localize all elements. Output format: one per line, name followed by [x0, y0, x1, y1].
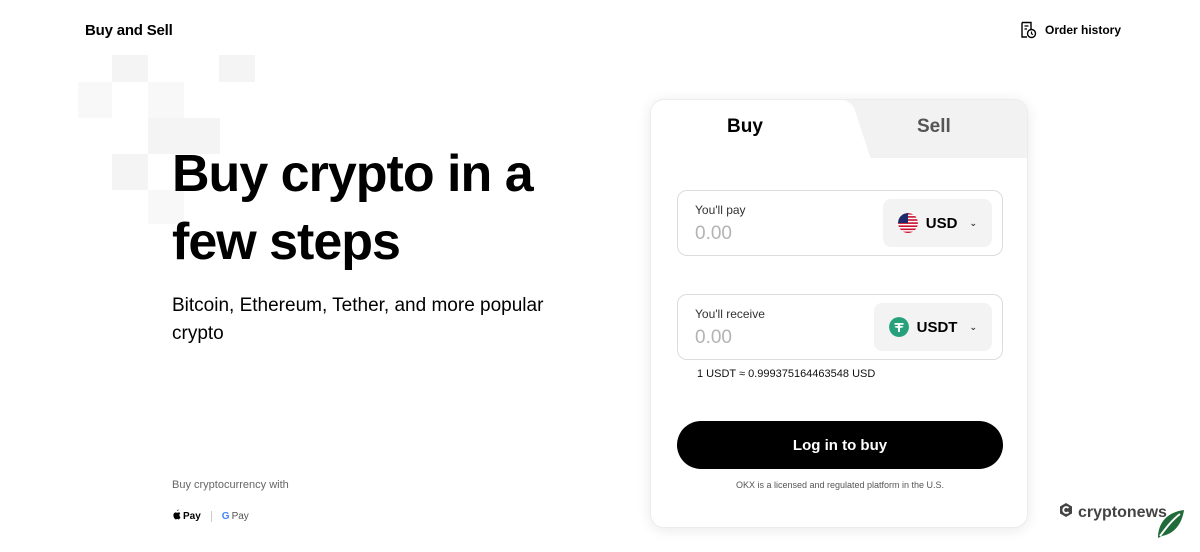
- leaf-icon: [1154, 508, 1186, 545]
- payment-methods-label: Buy cryptocurrency with: [172, 479, 289, 491]
- cryptonews-watermark: cryptonews: [1058, 502, 1167, 523]
- pay-field-label: You'll pay: [695, 203, 746, 217]
- page-header-title: Buy and Sell: [85, 22, 173, 39]
- google-g-icon: G: [221, 510, 230, 522]
- decorative-pixel: [148, 82, 184, 118]
- pay-currency-code: USD: [925, 214, 958, 232]
- tether-icon: [888, 317, 909, 337]
- receive-currency-code: USDT: [916, 318, 958, 336]
- disclaimer: OKX is a licensed and regulated platform…: [735, 480, 945, 490]
- us-flag-icon: [897, 213, 918, 233]
- tab-buy[interactable]: Buy: [727, 116, 763, 138]
- receipt-clock-icon: [1019, 21, 1037, 39]
- decorative-pixel: [219, 55, 255, 82]
- apple-icon: [172, 509, 181, 523]
- exchange-rate: 1 USDT ≈ 0.999375164463548 USD: [697, 368, 876, 380]
- receive-currency-select[interactable]: USDT ⌄: [873, 303, 992, 351]
- buy-sell-widget: Buy Sell You'll pay 0.00 USD ⌄ You'll re…: [650, 99, 1028, 528]
- pay-amount-input[interactable]: [695, 223, 855, 245]
- apple-pay-logo: Pay: [172, 509, 201, 523]
- pay-currency-select[interactable]: USD ⌄: [882, 199, 992, 247]
- receive-field-label: You'll receive: [695, 307, 765, 321]
- hero-subtitle: Bitcoin, Ethereum, Tether, and more popu…: [172, 295, 544, 344]
- apple-pay-text: Pay: [183, 510, 201, 522]
- google-pay-text: Pay: [231, 510, 249, 522]
- decorative-pixel: [78, 82, 112, 118]
- order-history-link[interactable]: Order history: [1019, 21, 1121, 39]
- pay-amount-field: You'll pay 0.00 USD ⌄: [677, 190, 1003, 256]
- tab-sell[interactable]: Sell: [917, 116, 951, 138]
- divider: [210, 510, 212, 522]
- receive-amount-input[interactable]: [695, 327, 855, 349]
- hero-title: Buy crypto in a few steps: [172, 145, 534, 271]
- order-history-label: Order history: [1045, 23, 1122, 37]
- payment-methods: Pay G Pay: [172, 509, 249, 523]
- top-bar: Buy and Sell Order history: [0, 0, 1200, 62]
- buy-sell-tabs: Buy Sell: [651, 100, 1027, 158]
- log-in-to-buy-button[interactable]: Log in to buy: [677, 421, 1003, 469]
- google-pay-logo: G Pay: [222, 511, 249, 522]
- decorative-pixel: [112, 154, 148, 190]
- decorative-pixel: [112, 55, 148, 82]
- cryptonews-logo-icon: [1058, 502, 1074, 523]
- receive-amount-field: You'll receive USDT ⌄: [677, 294, 1003, 360]
- chevron-down-icon: ⌄: [969, 217, 977, 228]
- chevron-down-icon: ⌄: [969, 321, 977, 332]
